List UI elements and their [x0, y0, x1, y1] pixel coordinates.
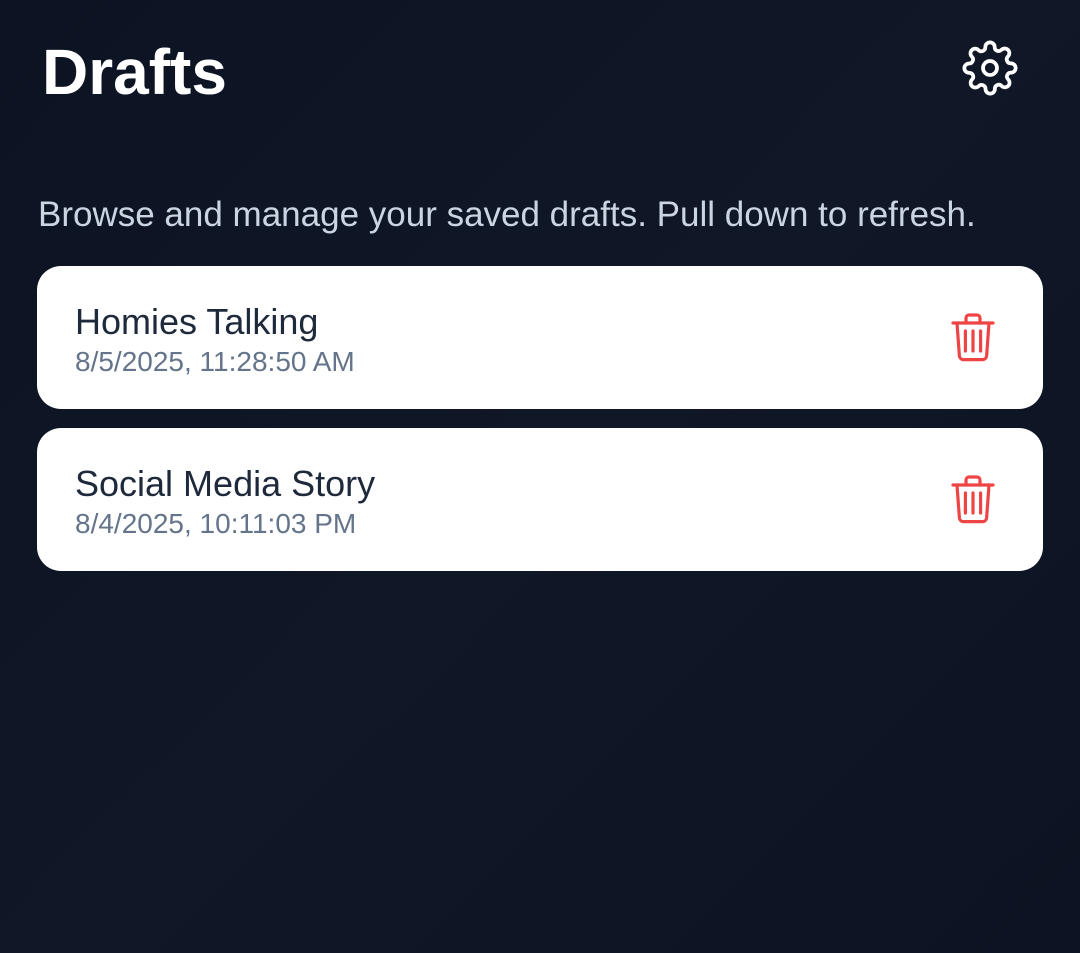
draft-title: Social Media Story: [75, 463, 376, 504]
draft-card[interactable]: Homies Talking 8/5/2025, 11:28:50 AM: [37, 266, 1043, 409]
draft-date: 8/4/2025, 10:11:03 PM: [75, 508, 357, 539]
app-header: Drafts: [0, 0, 1080, 140]
page-description: Browse and manage your saved drafts. Pul…: [38, 195, 976, 234]
draft-date: 8/5/2025, 11:28:50 AM: [75, 346, 355, 377]
gear-icon: [962, 40, 1018, 96]
delete-draft-button[interactable]: [941, 468, 1005, 532]
draft-card[interactable]: Social Media Story 8/4/2025, 10:11:03 PM: [37, 428, 1043, 571]
drafts-list: Homies Talking 8/5/2025, 11:28:50 AM Soc…: [37, 266, 1043, 590]
draft-title: Homies Talking: [75, 301, 319, 342]
page-title: Drafts: [42, 36, 227, 108]
delete-draft-button[interactable]: [941, 306, 1005, 370]
settings-button[interactable]: [958, 36, 1022, 100]
trash-icon: [951, 475, 995, 524]
trash-icon: [951, 313, 995, 362]
